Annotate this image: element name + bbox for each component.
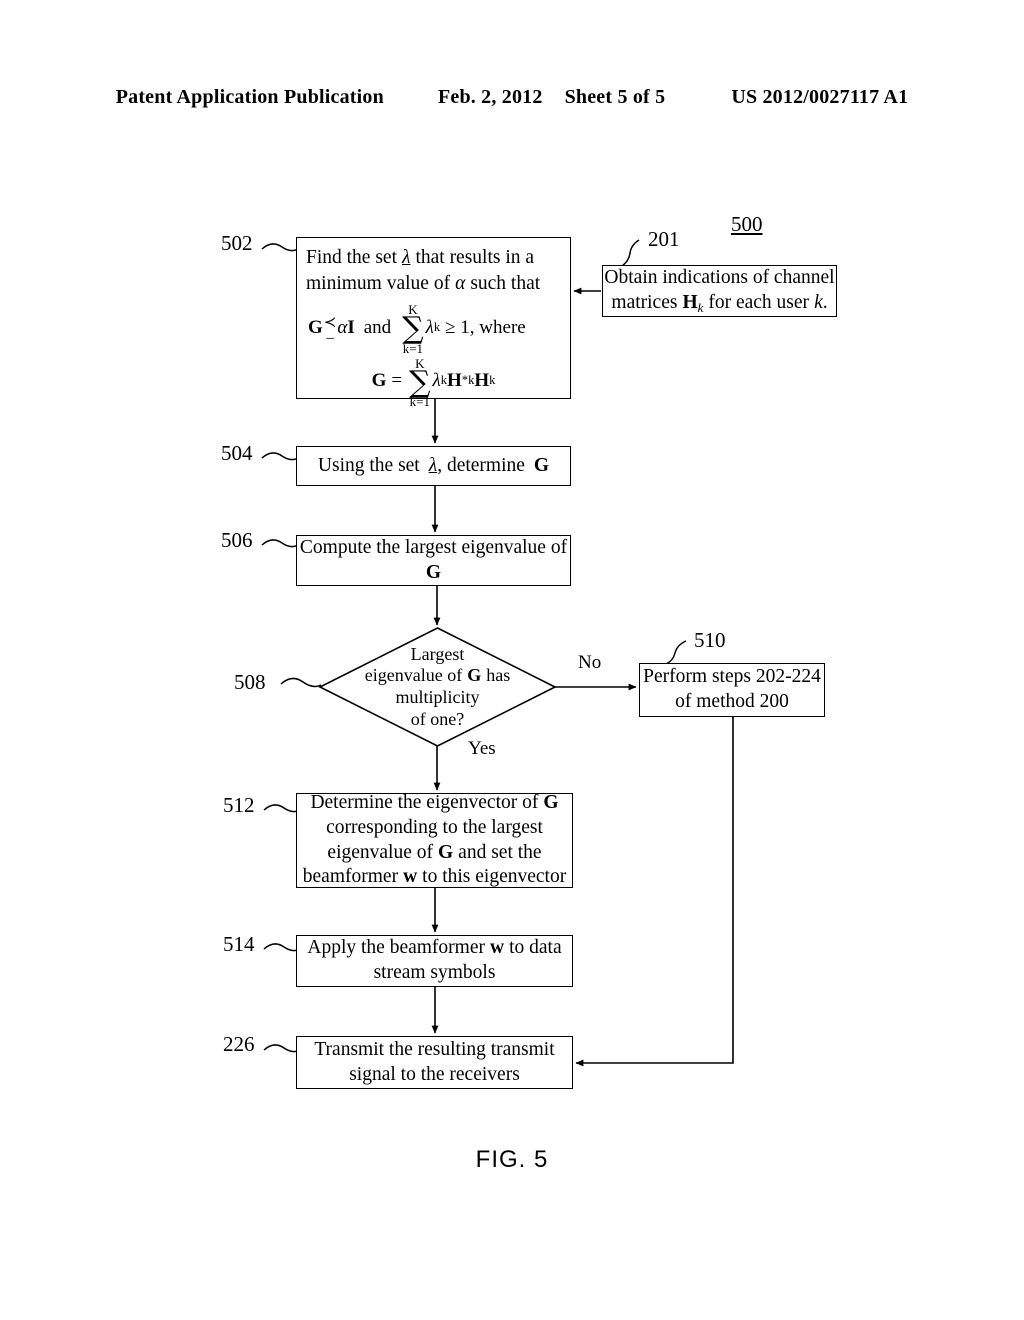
- branch-label-no: No: [578, 652, 602, 673]
- leader-504: [261, 452, 299, 461]
- node-502-line2: minimum value of α such that: [306, 272, 541, 294]
- reference-numeral-506: 506: [221, 528, 253, 552]
- matrix-H-symbol: H: [474, 370, 490, 392]
- lambda-subscript-k: k: [433, 319, 441, 334]
- node-512-line3: eigenvalue of Gand set the: [327, 841, 542, 863]
- reference-numeral-201: 201: [648, 227, 680, 251]
- equals-sign: =: [391, 370, 403, 392]
- where-clause: , where: [469, 316, 526, 338]
- reference-numeral-508: 508: [234, 670, 266, 694]
- node-514-line2: stream symbols: [373, 962, 496, 983]
- alpha-symbol: α: [455, 272, 466, 294]
- and-conjunction: and: [363, 316, 392, 338]
- node-512-line4: beamformer w to this eigenvector: [302, 866, 567, 888]
- matrix-H-subscript-201: k: [697, 300, 704, 315]
- geq-one: ≥ 1: [445, 316, 470, 338]
- leader-506: [261, 539, 299, 548]
- node-512-line2: corresponding to the largest: [326, 816, 543, 838]
- reference-numeral-504: 504: [221, 441, 253, 465]
- process-node-502: Find the set λ that results in a minimum v…: [296, 237, 571, 408]
- node-226-line1: Transmit the resulting transmit: [314, 1038, 555, 1060]
- matrix-H-symbol-201: H: [682, 291, 698, 313]
- matrix-H-conj-symbol: H: [447, 370, 462, 392]
- lambda-vector-symbol-504: λ: [428, 454, 438, 476]
- matrix-G-symbol-512a: G: [543, 792, 559, 814]
- reference-numeral-226: 226: [223, 1032, 255, 1056]
- identity-matrix-symbol: I: [347, 316, 355, 338]
- connector-510-to-226: [575, 717, 734, 1067]
- leader-508: [280, 677, 322, 688]
- lambda-vector-symbol: λ: [402, 247, 411, 268]
- leader-226: [263, 1044, 301, 1053]
- node-506-line1: Compute the largest eigenvalue of: [299, 536, 568, 558]
- process-node-510: Perform steps 202-224 of method 200: [639, 663, 825, 717]
- decision-node-508-text: Largest eigenvalue of Ghas multiplicity o…: [365, 644, 510, 730]
- reference-numeral-514: 514: [223, 932, 255, 956]
- alpha-symbol-eq: α: [337, 316, 348, 338]
- leader-201: [621, 239, 640, 267]
- node-201-line1: Obtain indications of channel: [604, 267, 835, 289]
- matrix-H-subscript: k: [489, 373, 496, 388]
- process-node-201: Obtain indications of channel matrices Hk…: [602, 265, 837, 317]
- reference-numeral-510: 510: [694, 628, 726, 652]
- node-512-line1: Determine the eigenvector of G: [310, 792, 559, 814]
- matrix-G-symbol: G: [308, 316, 323, 338]
- reference-numeral-500: 500: [731, 212, 763, 236]
- process-node-512: Determine the eigenvector of G correspond…: [296, 792, 573, 888]
- node-510-line1: Perform steps 202-224: [643, 666, 821, 688]
- leader-514: [263, 943, 301, 952]
- node-502-line1: Find the set λ that results in a: [306, 247, 535, 268]
- process-node-504: Using the set λ, determine G: [296, 446, 571, 486]
- node-201-line2: matrices Hk for each user k.: [611, 291, 828, 315]
- process-node-514: Apply the beamformer w to data stream symb…: [296, 935, 573, 987]
- process-node-506: Compute the largest eigenvalue of G: [296, 535, 571, 586]
- leader-512: [263, 804, 301, 813]
- leader-510: [665, 640, 687, 665]
- node-510-line2: of method 200: [675, 691, 789, 712]
- matrix-G-symbol-504: G: [533, 454, 550, 476]
- node-502-equation-2: G = K ∑ k=1 λk H * k Hk: [306, 355, 561, 410]
- lambda-symbol-eq2: λ: [432, 370, 441, 392]
- figure-caption: FIG. 5: [475, 1146, 549, 1173]
- matrix-G-symbol-2: G: [371, 370, 387, 392]
- node-502-equation-1: G ≺ _ αI and K ∑ k=1 λk ≥ 1 , where: [306, 302, 526, 356]
- summation-operator-1: K ∑ k=1: [402, 302, 424, 356]
- matrix-G-symbol-508: G: [467, 665, 482, 686]
- node-508-line4: of one?: [410, 708, 465, 729]
- leader-502: [261, 243, 299, 252]
- beamformer-w-symbol-512: w: [403, 866, 418, 888]
- node-508-line3: multiplicity: [395, 687, 480, 707]
- node-514-line1: Apply the beamformer w to data: [307, 937, 562, 959]
- process-node-226: Transmit the resulting transmit signal t…: [296, 1036, 573, 1089]
- decision-node-508: Largest eigenvalue of Ghas multiplicity o…: [320, 628, 555, 746]
- node-226-line2: signal to the receivers: [349, 1063, 520, 1085]
- node-508-line2: eigenvalue of Ghas: [364, 665, 511, 686]
- preceq-operator: ≺ _: [323, 314, 337, 341]
- lambda-symbol-eq1: λ: [425, 316, 434, 338]
- beamformer-w-symbol-514: w: [489, 937, 505, 959]
- node-506-line2-matrix-G: G: [425, 561, 442, 583]
- reference-numeral-512: 512: [223, 793, 255, 817]
- matrix-G-symbol-512b: G: [438, 841, 454, 863]
- node-504-text: Using the set λ, determine G: [317, 454, 550, 476]
- flowchart-figure: 502 504 506 508 512 514 226 201 510 500 …: [0, 0, 1024, 1320]
- summation-operator-2: K ∑ k=1: [409, 355, 431, 410]
- user-index-k: k: [814, 291, 823, 313]
- node-508-line1: Largest: [410, 643, 465, 664]
- reference-numeral-502: 502: [221, 231, 253, 255]
